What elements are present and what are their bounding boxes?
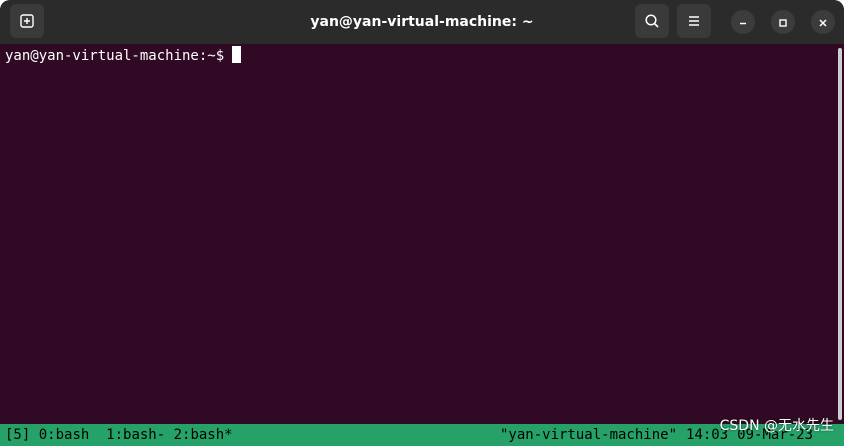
tmux-status-left: [5] 0:bash 1:bash- 2:bash* — [5, 425, 233, 445]
tmux-window-list: 0:bash 1:bash- 2:bash* — [38, 427, 233, 443]
maximize-button[interactable] — [771, 10, 795, 34]
scrollbar[interactable] — [836, 44, 844, 424]
hamburger-menu-icon — [686, 13, 702, 29]
new-tab-icon — [19, 13, 35, 29]
tmux-session: [5] — [5, 427, 31, 443]
close-icon — [818, 13, 828, 32]
shell-prompt: yan@yan-virtual-machine:~$ — [5, 48, 225, 64]
terminal-area[interactable]: yan@yan-virtual-machine:~$ — [0, 44, 836, 424]
search-icon — [644, 13, 660, 29]
title-bar[interactable]: yan@yan-virtual-machine: ~ — [0, 0, 844, 44]
new-tab-button[interactable] — [10, 4, 44, 38]
tmux-hostname: "yan-virtual-machine" — [500, 427, 678, 443]
close-button[interactable] — [811, 10, 835, 34]
terminal-window: yan@yan-virtual-machine: ~ yan@yan-virtu… — [0, 0, 844, 446]
tmux-status-bar: [5] 0:bash 1:bash- 2:bash* "yan-virtual-… — [0, 424, 844, 446]
csdn-watermark: CSDN @无水先生 — [719, 418, 834, 434]
menu-button[interactable] — [677, 4, 711, 38]
search-button[interactable] — [635, 4, 669, 38]
maximize-icon — [778, 13, 788, 32]
window-title: yan@yan-virtual-machine: ~ — [310, 14, 534, 30]
minimize-icon — [738, 13, 748, 32]
scrollbar-thumb[interactable] — [838, 48, 842, 420]
minimize-button[interactable] — [731, 10, 755, 34]
text-cursor — [232, 46, 242, 63]
prompt-line: yan@yan-virtual-machine:~$ — [5, 46, 242, 66]
